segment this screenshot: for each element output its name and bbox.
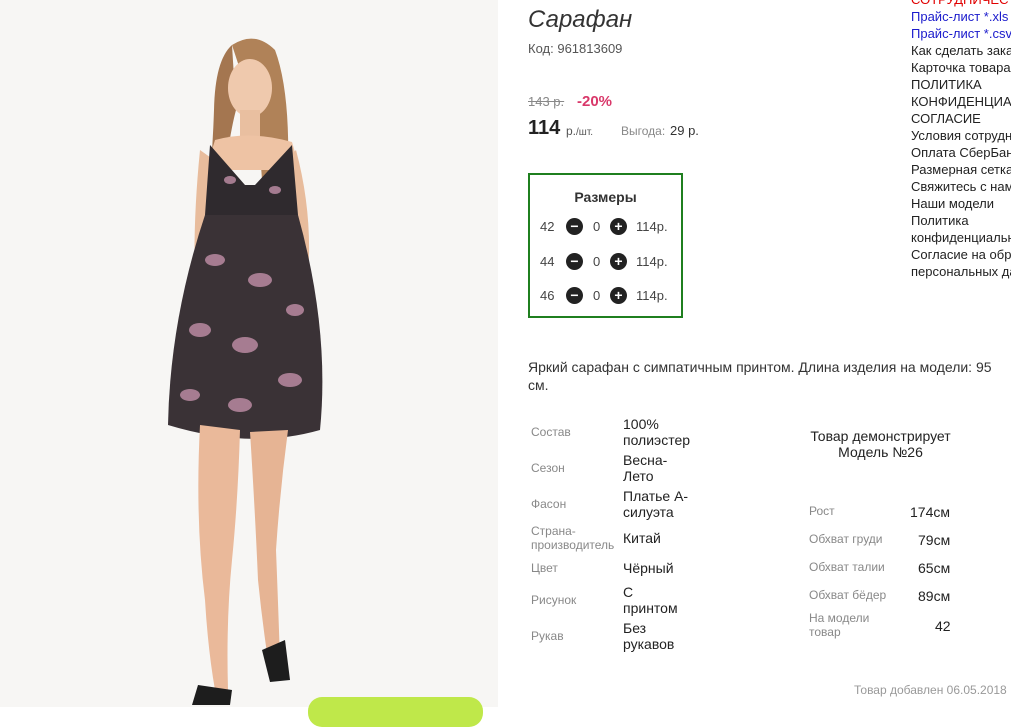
side-link-terms[interactable]: Условия сотрудн (911, 127, 1011, 144)
price-unit: р./шт. (566, 124, 593, 138)
quantity-value: 0 (593, 219, 601, 234)
side-link-confidential-2[interactable]: конфиденциальн (911, 229, 1011, 246)
current-price: 114 (528, 117, 561, 139)
measure-label: Обхват груди (809, 532, 883, 546)
measure-value: 89см (918, 588, 951, 604)
measure-value: 65см (918, 560, 951, 576)
add-to-cart-button[interactable] (308, 697, 483, 727)
property-label: Рукав (531, 629, 564, 643)
product-title: Сарафан (528, 6, 633, 33)
benefit-value: 29 р. (670, 123, 699, 138)
measure-label: Обхват бёдер (809, 588, 887, 602)
property-value: Платье А-силуэта (623, 488, 689, 520)
side-link-models[interactable]: Наши модели (911, 195, 1011, 212)
size-price: 114р. (636, 219, 668, 234)
side-link-policy[interactable]: ПОЛИТИКА (911, 76, 1011, 93)
property-value: С принтом (623, 584, 678, 616)
side-link-price-xls[interactable]: Прайс-лист *.xls (911, 8, 1011, 25)
added-date: Товар добавлен 06.05.2018 (854, 683, 1007, 697)
property-value: Без рукавов (623, 620, 675, 652)
side-link-contact[interactable]: Свяжитесь с нами (911, 178, 1011, 195)
side-link-policy-2[interactable]: Политика (911, 212, 1011, 229)
measure-label: На модели товар (809, 611, 870, 639)
property-label: Страна-производитель (531, 524, 615, 552)
side-link-consent-2[interactable]: Согласие на обр (911, 246, 1011, 263)
minus-icon[interactable]: − (566, 218, 583, 235)
property-value: Китай (623, 530, 661, 546)
property-value: 100% полиэстер (623, 416, 691, 448)
quantity-value: 0 (593, 288, 601, 303)
property-label: Цвет (531, 561, 558, 575)
code-label: Код: (528, 41, 554, 56)
product-code: Код: 961813609 (528, 41, 622, 56)
old-price: 143 р. (528, 94, 565, 109)
code-value: 961813609 (557, 41, 623, 56)
property-label: Сезон (531, 461, 565, 475)
size-row: 42 − 0 + 114р. (530, 217, 681, 237)
discount-badge: -20% (577, 93, 613, 110)
property-label: Состав (531, 425, 571, 439)
side-link-sberbank[interactable]: Оплата СберБанк (911, 144, 1011, 161)
plus-icon[interactable]: + (610, 253, 627, 270)
minus-icon[interactable]: − (566, 287, 583, 304)
measure-value: 174см (910, 504, 950, 520)
property-value: Весна-Лето (623, 452, 668, 484)
side-link-cooperation[interactable]: СОТРУДНИЧЕСТ (911, 0, 1011, 8)
size-price: 114р. (636, 254, 668, 269)
measure-value: 42 (935, 618, 951, 634)
size-value: 46 (540, 288, 555, 303)
size-row: 44 − 0 + 114р. (530, 252, 681, 272)
size-value: 44 (540, 254, 555, 269)
side-link-confidential[interactable]: КОНФИДЕНЦИАЛЬ (911, 93, 1011, 110)
size-price: 114р. (636, 288, 668, 303)
unit-currency: р. (566, 124, 577, 138)
plus-icon[interactable]: + (610, 287, 627, 304)
minus-icon[interactable]: − (566, 253, 583, 270)
model-image (0, 0, 498, 707)
benefit-label: Выгода: (621, 124, 666, 138)
measure-label: Обхват талии (809, 560, 885, 574)
model-heading: Товар демонстрирует Модель №26 (810, 428, 951, 460)
side-link-how-to-order[interactable]: Как сделать заказ (911, 42, 1011, 59)
side-link-personal-data[interactable]: персональных да (911, 263, 1011, 280)
product-description: Яркий сарафан с симпатичным принтом. Дли… (528, 359, 992, 393)
side-link-price-csv[interactable]: Прайс-лист *.csv (911, 25, 1011, 42)
side-link-size-chart[interactable]: Размерная сетка (911, 161, 1011, 178)
sizes-title: Размеры (574, 189, 637, 205)
size-row: 46 − 0 + 114р. (530, 286, 681, 306)
product-photo[interactable] (0, 0, 498, 707)
side-menu: СОТРУДНИЧЕСТ Прайс-лист *.xls Прайс-лист… (911, 0, 1011, 290)
property-label: Рисунок (531, 593, 577, 607)
property-value: Чёрный (623, 560, 674, 576)
measure-value: 79см (918, 532, 951, 548)
side-link-consent[interactable]: СОГЛАСИЕ (911, 110, 1011, 127)
property-label: Фасон (531, 497, 567, 511)
size-value: 42 (540, 219, 555, 234)
side-link-product-card[interactable]: Карточка товара (911, 59, 1011, 76)
measure-label: Рост (809, 504, 835, 518)
unit-per: /шт. (576, 127, 594, 138)
sizes-box: Размеры 42 − 0 + 114р. 44 − 0 + 114р. 46… (528, 173, 683, 318)
quantity-value: 0 (593, 254, 601, 269)
plus-icon[interactable]: + (610, 218, 627, 235)
